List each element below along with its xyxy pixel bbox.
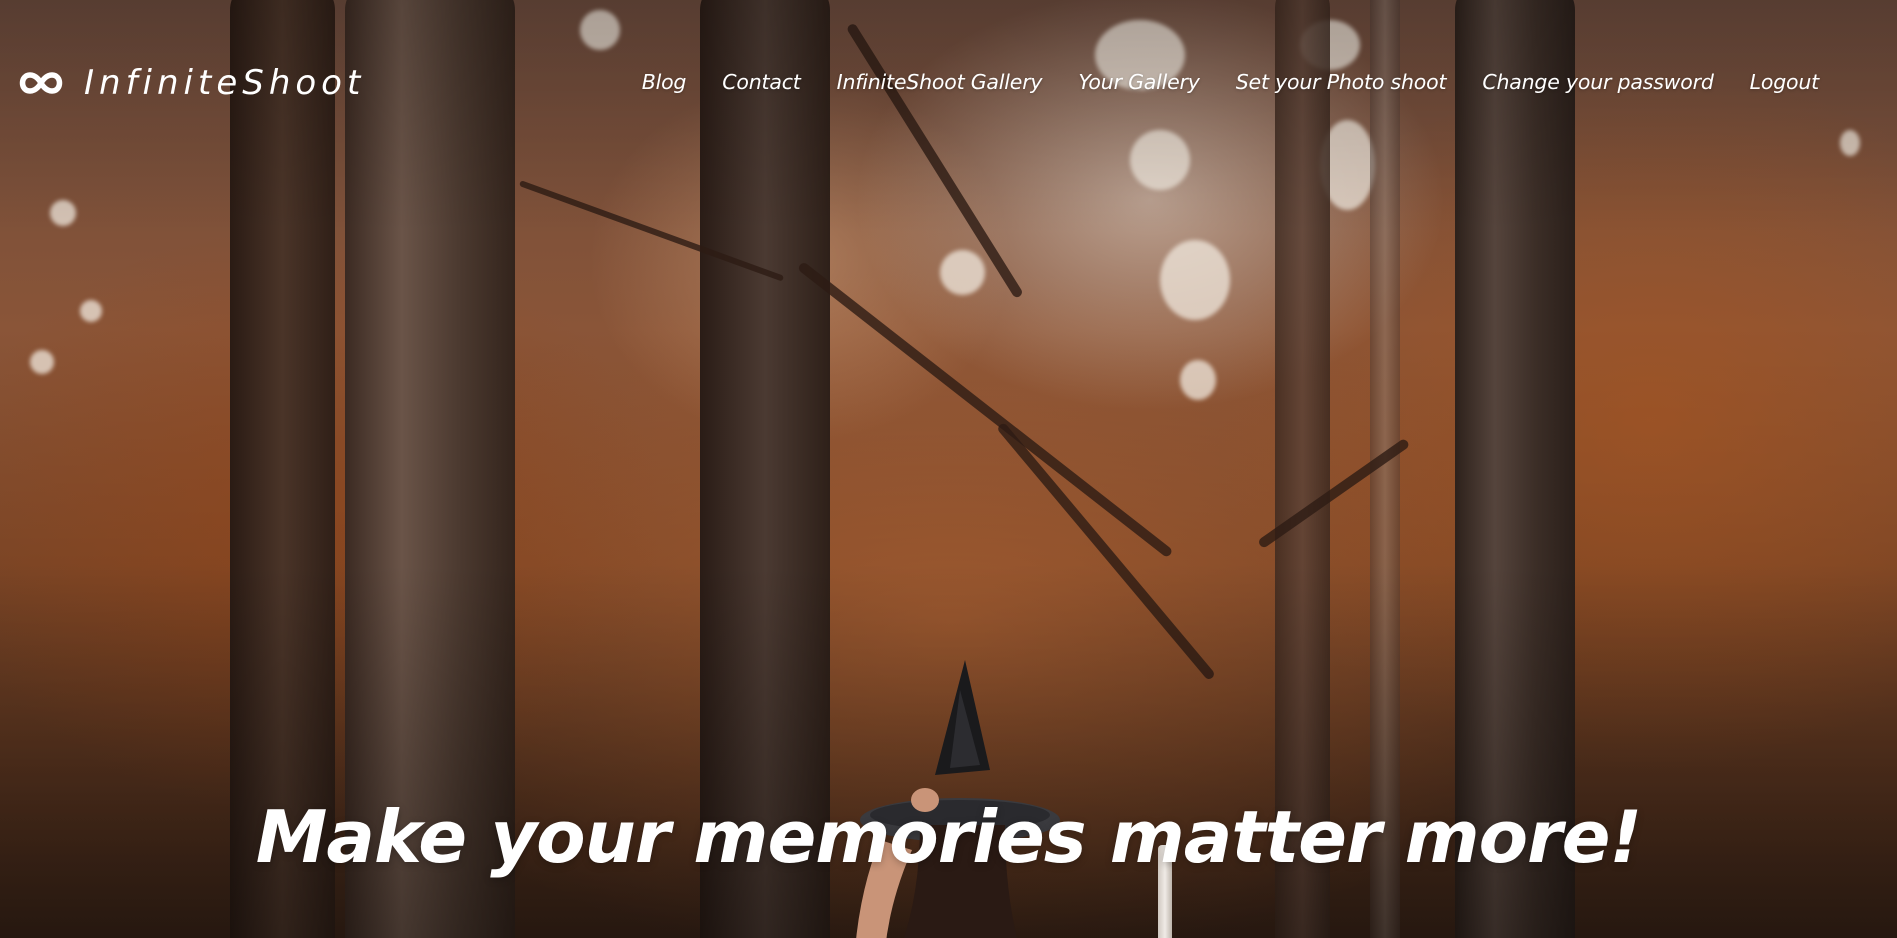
main-nav: Blog Contact InfiniteShoot Gallery Your … (642, 70, 1819, 94)
nav-your-gallery[interactable]: Your Gallery (1078, 70, 1200, 94)
nav-logout[interactable]: Logout (1750, 70, 1820, 94)
site-header: InfiniteShoot Blog Contact InfiniteShoot… (0, 0, 1897, 180)
nav-contact[interactable]: Contact (722, 70, 801, 94)
site-logo-link[interactable]: InfiniteShoot (18, 66, 365, 100)
nav-set-photo-shoot[interactable]: Set your Photo shoot (1236, 70, 1447, 94)
infinity-icon (19, 72, 63, 94)
nav-change-password[interactable]: Change your password (1482, 70, 1714, 94)
nav-infiniteshoot-gallery[interactable]: InfiniteShoot Gallery (837, 70, 1043, 94)
hero-tagline: Make your memories matter more! (255, 795, 1642, 879)
nav-blog[interactable]: Blog (642, 70, 687, 94)
site-logo-text: InfiniteShoot (84, 63, 366, 103)
